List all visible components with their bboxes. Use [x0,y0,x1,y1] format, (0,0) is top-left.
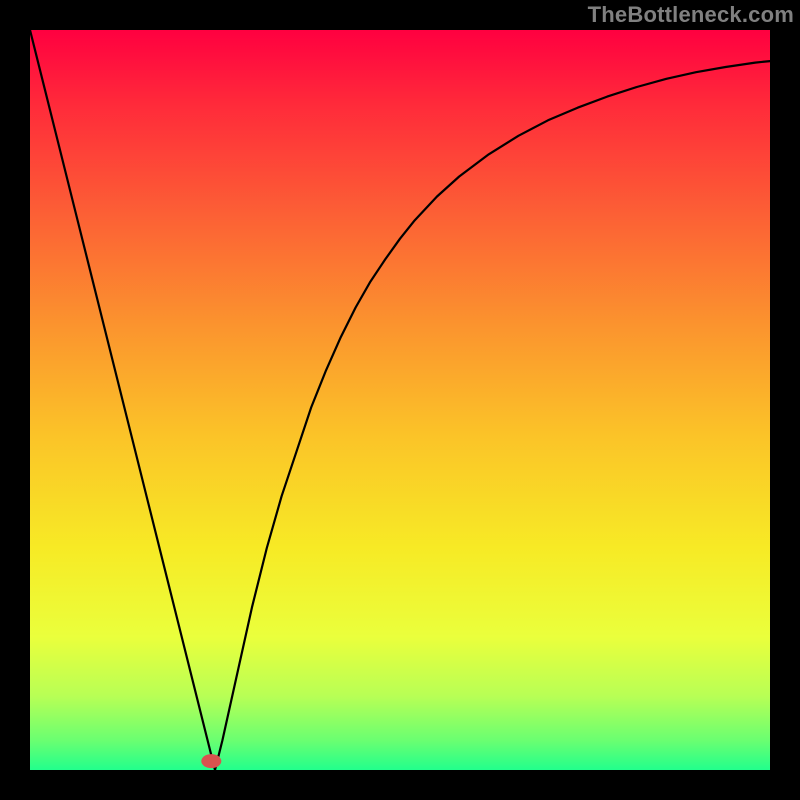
bottleneck-chart [0,0,800,800]
chart-frame: TheBottleneck.com [0,0,800,800]
plot-background [30,30,770,770]
optimal-point-marker [201,754,221,768]
